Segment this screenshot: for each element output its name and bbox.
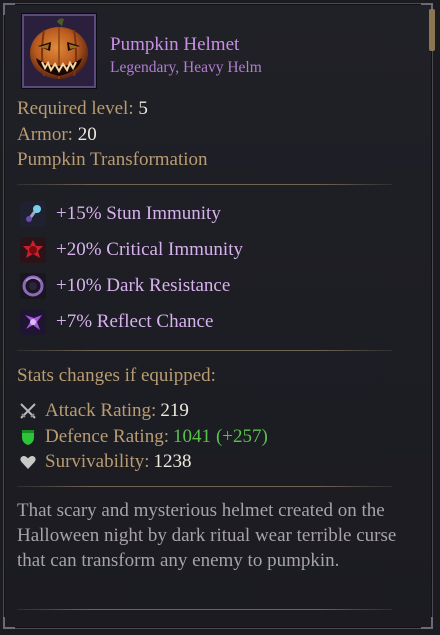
shield-icon	[22, 430, 34, 445]
bonus-label: +15% Stun Immunity	[56, 203, 221, 224]
frame-corner	[3, 3, 15, 15]
required-level: Required level: 5	[17, 98, 148, 120]
stat-attack-rating: Attack Rating: 219	[19, 400, 189, 422]
stat-defence-rating: Defence Rating: 1041 (+257)	[19, 426, 268, 448]
heart-icon	[20, 456, 36, 469]
defence-rating-delta: (+257)	[215, 426, 268, 447]
bonus-stun-immunity: +15% Stun Immunity	[20, 200, 221, 228]
bonus-critical-immunity: +20% Critical Immunity	[20, 236, 243, 264]
divider	[17, 184, 392, 185]
armor: Armor: 20	[17, 124, 97, 146]
attack-rating-label: Attack Rating:	[45, 400, 157, 421]
item-rarity-type: Legendary, Heavy Helm	[110, 59, 262, 76]
survivability-label: Survivability:	[45, 451, 150, 472]
critical-immunity-icon	[20, 237, 46, 263]
crossed-swords-icon	[20, 403, 36, 419]
special-effect: Pumpkin Transformation	[17, 149, 208, 170]
armor-value: 20	[77, 124, 97, 145]
frame-corner	[421, 617, 433, 629]
stun-immunity-icon	[20, 201, 46, 227]
scrollbar-thumb[interactable]	[429, 9, 435, 51]
armor-label: Armor:	[17, 124, 73, 145]
divider	[17, 609, 392, 610]
bonus-dark-resistance: +10% Dark Resistance	[20, 272, 230, 300]
bonus-label: +10% Dark Resistance	[56, 275, 231, 296]
bonus-label: +7% Reflect Chance	[56, 311, 214, 332]
bonus-label: +20% Critical Immunity	[56, 239, 243, 260]
reflect-chance-icon	[20, 309, 46, 335]
dark-resistance-icon	[20, 273, 46, 299]
required-level-value: 5	[138, 98, 148, 119]
pumpkin-helmet-icon	[22, 14, 96, 88]
defence-rating-label: Defence Rating:	[45, 426, 169, 447]
divider	[17, 486, 392, 487]
defence-rating-value: 1041	[172, 426, 211, 447]
frame-corner	[3, 617, 15, 629]
stats-header: Stats changes if equipped:	[17, 365, 216, 386]
item-description: That scary and mysterious helmet created…	[17, 500, 397, 571]
item-name: Pumpkin Helmet	[110, 34, 240, 55]
bonus-reflect-chance: +7% Reflect Chance	[20, 308, 213, 336]
survivability-value: 1238	[153, 451, 192, 472]
divider	[17, 350, 392, 351]
attack-rating-value: 219	[160, 400, 189, 421]
stat-survivability: Survivability: 1238	[19, 451, 192, 473]
required-level-label: Required level:	[17, 98, 134, 119]
